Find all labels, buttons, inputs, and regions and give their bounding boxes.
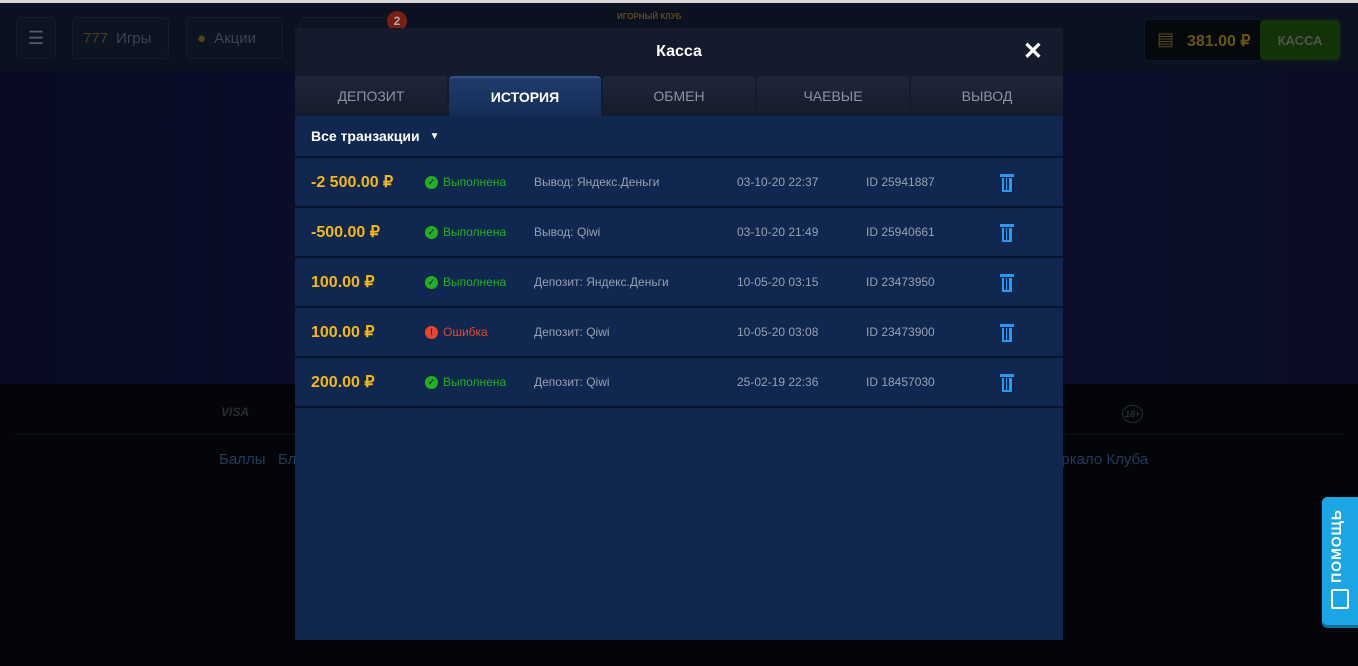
transaction-description: Депозит: Яндекс.Деньги	[534, 275, 669, 289]
transaction-id: ID 25941887	[866, 175, 935, 189]
balance: 381.00 ₽	[1187, 33, 1251, 50]
check-circle-icon: ✓	[425, 375, 438, 389]
transaction-date: 10-05-20 03:15	[737, 275, 819, 289]
check-circle-icon: ✓	[425, 175, 438, 189]
kassa-button[interactable]: КАССА	[1260, 20, 1340, 60]
transaction-date: 25-02-19 22:36	[737, 375, 819, 389]
modal-header: Касса ✕	[295, 28, 1063, 76]
transaction-date: 03-10-20 21:49	[737, 225, 819, 239]
filter-label: Все транзакции	[311, 128, 420, 144]
transaction-amount: -500.00 ₽	[311, 224, 380, 241]
transaction-status: ✓ Выполнена	[425, 175, 506, 189]
transaction-row: 100.00 ₽ ✓ Выполнена Депозит: Яндекс.День…	[295, 258, 1063, 308]
status-label: Выполнена	[443, 175, 507, 189]
transaction-id: ID 23473950	[866, 275, 935, 289]
trash-icon[interactable]	[1000, 274, 1014, 292]
games-button[interactable]: 777 Игры	[72, 17, 169, 59]
transaction-amount: 200.00 ₽	[311, 374, 375, 391]
status-label: Выполнена	[443, 375, 507, 389]
tab-history[interactable]: ИСТОРИЯ	[449, 76, 601, 116]
transaction-row: -500.00 ₽ ✓ Выполнена Вывод: Qiwi 03-10-2…	[295, 208, 1063, 258]
logo[interactable]: ИГОРНЫЙ КЛУБ	[617, 12, 682, 21]
transaction-description: Вывод: Qiwi	[534, 225, 601, 239]
games-label: Игры	[116, 29, 152, 47]
status-label: Ошибка	[443, 325, 488, 339]
tab-deposit[interactable]: ДЕПОЗИТ	[295, 76, 447, 116]
modal-title: Касса	[656, 43, 702, 60]
check-circle-icon: ✓	[425, 275, 438, 289]
money-icon: ▤	[1157, 29, 1175, 49]
transaction-row: 200.00 ₽ ✓ Выполнена Депозит: Qiwi 25-02-…	[295, 358, 1063, 408]
promos-button[interactable]: ● Акции	[186, 17, 283, 59]
help-label: ПОМОЩЬ	[1328, 509, 1344, 583]
tab-withdraw[interactable]: ВЫВОД	[911, 76, 1063, 116]
transaction-id: ID 23473900	[866, 325, 935, 339]
status-label: Выполнена	[443, 225, 507, 239]
help-icon	[1331, 589, 1349, 609]
tab-tips[interactable]: ЧАЕВЫЕ	[757, 76, 909, 116]
transaction-description: Вывод: Яндекс.Деньги	[534, 175, 660, 189]
transaction-amount: 100.00 ₽	[311, 274, 375, 291]
wallet: ▤ 381.00 ₽ КАССА	[1144, 19, 1341, 61]
trash-icon[interactable]	[1000, 224, 1014, 242]
transaction-row: 100.00 ₽ ! Ошибка Депозит: Qiwi 10-05-20 …	[295, 308, 1063, 358]
hamburger-icon: ☰	[27, 27, 45, 48]
help-button[interactable]: ПОМОЩЬ	[1322, 497, 1358, 625]
transaction-id: ID 18457030	[866, 375, 935, 389]
transaction-amount: -2 500.00 ₽	[311, 174, 394, 191]
error-circle-icon: !	[425, 325, 438, 339]
kassa-modal: Касса ✕ ДЕПОЗИТ ИСТОРИЯ ОБМЕН ЧАЕВЫЕ ВЫВ…	[295, 28, 1063, 640]
transaction-amount: 100.00 ₽	[311, 324, 375, 341]
tab-exchange[interactable]: ОБМЕН	[603, 76, 755, 116]
slot-icon: 777	[83, 29, 109, 47]
status-label: Выполнена	[443, 275, 507, 289]
age-badge: 18+	[1122, 405, 1144, 423]
transaction-description: Депозит: Qiwi	[534, 325, 610, 339]
chevron-down-icon: ▼	[429, 130, 440, 142]
transaction-date: 10-05-20 03:08	[737, 325, 819, 339]
transaction-status: ✓ Выполнена	[425, 375, 506, 389]
transaction-date: 03-10-20 22:37	[737, 175, 819, 189]
transaction-filter-dropdown[interactable]: Все транзакции ▼	[295, 116, 1063, 158]
promos-label: Акции	[214, 29, 256, 47]
close-icon[interactable]: ✕	[1023, 40, 1043, 64]
transaction-id: ID 25940661	[866, 225, 935, 239]
transaction-status: ! Ошибка	[425, 325, 488, 339]
check-circle-icon: ✓	[425, 225, 438, 239]
coin-icon: ●	[197, 29, 207, 47]
footer-link-points[interactable]: Баллы	[219, 451, 265, 468]
transaction-description: Депозит: Qiwi	[534, 375, 610, 389]
transaction-status: ✓ Выполнена	[425, 225, 506, 239]
transaction-row: -2 500.00 ₽ ✓ Выполнена Вывод: Яндекс.Ден…	[295, 158, 1063, 208]
menu-button[interactable]: ☰	[16, 17, 56, 59]
modal-tabs: ДЕПОЗИТ ИСТОРИЯ ОБМЕН ЧАЕВЫЕ ВЫВОД	[295, 76, 1063, 116]
transaction-list: -2 500.00 ₽ ✓ Выполнена Вывод: Яндекс.Ден…	[295, 158, 1063, 408]
trash-icon[interactable]	[1000, 374, 1014, 392]
transaction-status: ✓ Выполнена	[425, 275, 506, 289]
visa-logo: VISA	[221, 405, 250, 419]
trash-icon[interactable]	[1000, 324, 1014, 342]
trash-icon[interactable]	[1000, 174, 1014, 192]
